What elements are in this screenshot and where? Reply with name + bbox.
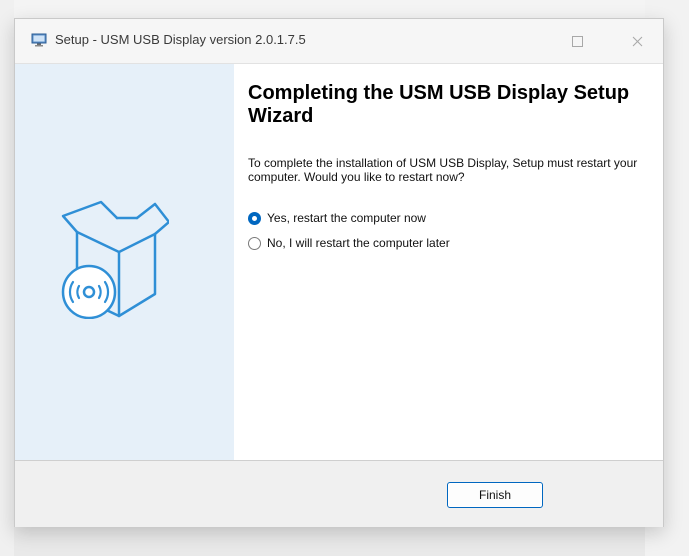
background-app-topbar bbox=[0, 0, 689, 20]
radio-selected[interactable] bbox=[248, 211, 261, 225]
wizard-heading: Completing the USM USB Display Setup Wiz… bbox=[248, 82, 630, 127]
maximize-button[interactable] bbox=[559, 27, 595, 55]
window-title: Setup - USM USB Display version 2.0.1.7.… bbox=[55, 32, 306, 47]
box-with-disc-icon bbox=[61, 200, 169, 319]
restart-now-label: Yes, restart the computer now bbox=[267, 211, 426, 225]
wizard-content: Completing the USM USB Display Setup Wiz… bbox=[234, 64, 663, 460]
setup-monitor-icon bbox=[31, 33, 47, 47]
finish-button[interactable]: Finish bbox=[447, 482, 543, 508]
wizard-description: To complete the installation of USM USB … bbox=[248, 156, 638, 184]
restart-later-label: No, I will restart the computer later bbox=[267, 236, 450, 250]
wizard-side-panel bbox=[15, 64, 234, 460]
background-app-left-edge bbox=[0, 0, 14, 556]
restart-now-option[interactable]: Yes, restart the computer now bbox=[248, 211, 426, 225]
title-bar[interactable]: Setup - USM USB Display version 2.0.1.7.… bbox=[15, 19, 663, 64]
maximize-icon bbox=[571, 35, 583, 47]
close-icon bbox=[632, 36, 642, 46]
restart-later-option[interactable]: No, I will restart the computer later bbox=[248, 236, 450, 250]
radio-unselected[interactable] bbox=[248, 236, 261, 250]
setup-wizard-window: Setup - USM USB Display version 2.0.1.7.… bbox=[14, 18, 664, 527]
close-button[interactable] bbox=[619, 27, 655, 55]
wizard-footer: Finish bbox=[15, 460, 663, 527]
